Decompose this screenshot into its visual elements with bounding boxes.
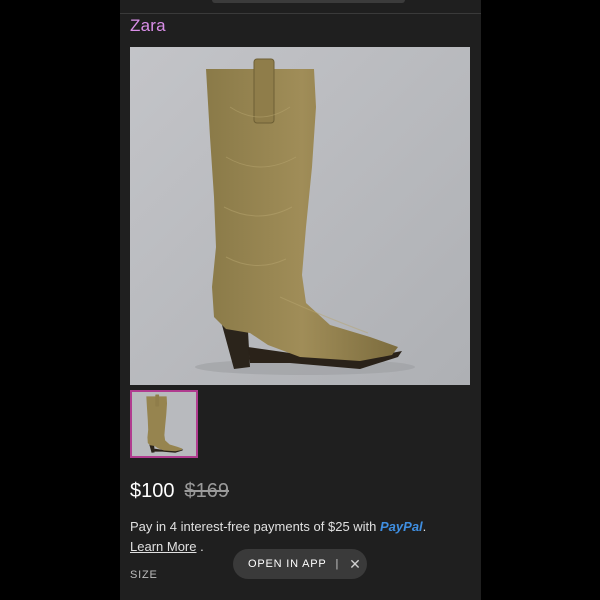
banner-separator: | xyxy=(335,558,340,570)
installment-text: Pay in 4 interest-free payments of $25 w… xyxy=(130,519,381,534)
learn-more-link[interactable]: Learn More xyxy=(130,539,196,554)
open-in-app-button[interactable]: OPEN IN APP xyxy=(248,558,327,570)
open-in-app-banner: OPEN IN APP | ✕ xyxy=(233,549,367,579)
size-label: SIZE xyxy=(130,569,158,581)
product-main-image[interactable] xyxy=(130,47,470,385)
original-price: $169 xyxy=(184,480,230,502)
price-row: $100 $169 xyxy=(130,480,229,503)
product-thumbnail[interactable] xyxy=(130,390,198,458)
top-handle xyxy=(212,0,405,3)
top-divider xyxy=(120,13,481,14)
boot-thumbnail-illustration xyxy=(132,392,196,456)
boot-illustration xyxy=(130,47,470,385)
installment-suffix: . xyxy=(422,519,427,534)
current-price: $100 xyxy=(130,480,175,502)
brand-name[interactable]: Zara xyxy=(130,16,166,36)
product-screen: Zara $100 $169 Pay in 4 interest-free pa… xyxy=(120,0,481,600)
learn-more-suffix: . xyxy=(196,539,204,554)
close-icon[interactable]: ✕ xyxy=(349,556,362,573)
paypal-logo: PayPal xyxy=(380,519,423,534)
